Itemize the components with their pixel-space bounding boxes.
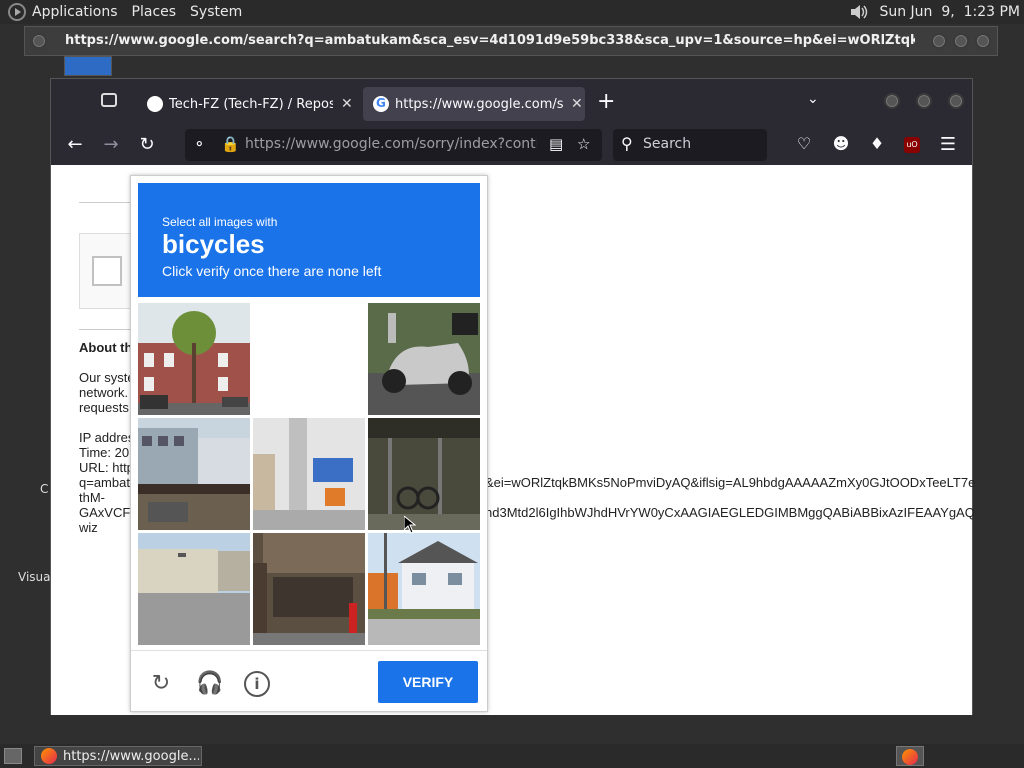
lock-icon[interactable]: 🔒 (221, 135, 240, 153)
captcha-instruction: Select all images with (162, 215, 278, 229)
search-placeholder: Search (643, 136, 692, 152)
menu-hamburger-icon[interactable]: ☰ (937, 134, 959, 155)
background-window-content (64, 56, 112, 76)
tab-bar: Tech-FZ (Tech-FZ) / Reposit ✕ https://ww… (51, 79, 972, 125)
captcha-tile-4[interactable] (138, 418, 250, 530)
url-bar[interactable]: ⚬ 🔒 https://www.google.com/sorry/index?c… (185, 129, 602, 161)
desktop-icon-label[interactable]: C (40, 482, 48, 496)
verify-button[interactable]: VERIFY (378, 661, 478, 703)
tab-label: Tech-FZ (Tech-FZ) / Reposit (169, 96, 333, 112)
divider (79, 202, 131, 203)
background-window-titlebar[interactable]: https://www.google.com/search?q=ambatuka… (24, 26, 998, 56)
places-menu[interactable]: Places (132, 4, 177, 20)
github-icon (147, 96, 163, 112)
close-tab-icon[interactable]: ✕ (571, 96, 583, 112)
desktop-icon-label-visual[interactable]: Visua (18, 570, 51, 584)
pocket-icon[interactable]: ♡ (793, 134, 815, 153)
tab-google[interactable]: https://www.google.com/se ✕ (363, 87, 585, 121)
ublock-icon[interactable]: uO (904, 137, 920, 153)
applications-logo-icon[interactable] (8, 3, 26, 21)
top-panel: Applications Places System Sun Jun 9, 1:… (0, 0, 1024, 24)
captcha-tile-7[interactable] (138, 533, 250, 645)
chevron-down-icon[interactable]: ⌄ (807, 91, 819, 107)
tab-label: https://www.google.com/se (395, 96, 563, 112)
close-tab-icon[interactable]: ✕ (341, 96, 353, 112)
maximize-button[interactable] (953, 33, 969, 49)
page-text: URL: http (79, 460, 134, 475)
mouse-pointer-icon (404, 516, 416, 534)
page-text: network. (79, 385, 129, 400)
search-icon: ⚲ (621, 134, 633, 153)
captcha-tile-6[interactable] (368, 418, 480, 530)
forward-arrow-icon[interactable]: → (100, 134, 122, 155)
system-menu[interactable]: System (190, 4, 242, 20)
reload-icon[interactable]: ↻ (136, 134, 158, 155)
clock[interactable]: Sun Jun 9, 1:23 PM (879, 4, 1020, 20)
firefox-icon (41, 748, 57, 764)
bottom-taskbar: https://www.google... (0, 744, 1024, 768)
page-text: Our syste (79, 370, 135, 385)
close-button[interactable] (975, 33, 991, 49)
close-button[interactable] (948, 93, 964, 109)
captcha-tile-8[interactable] (253, 533, 365, 645)
window-menu-button[interactable] (31, 33, 47, 49)
shield-icon[interactable]: ⚬ (193, 135, 206, 153)
background-window-title: https://www.google.com/search?q=ambatuka… (65, 33, 915, 48)
taskbar-label: https://www.google... (63, 748, 199, 764)
info-icon[interactable]: i (244, 671, 270, 697)
about-heading: About th (79, 340, 133, 355)
extensions-icon[interactable]: ♦ (866, 134, 888, 153)
bookmark-star-icon[interactable]: ☆ (577, 135, 590, 153)
captcha-tile-3[interactable] (368, 303, 480, 415)
reader-view-icon[interactable]: ▤ (549, 135, 563, 153)
reload-challenge-icon[interactable]: ↻ (148, 671, 174, 697)
page-text: Time: 20 (79, 445, 130, 460)
captcha-tile-5[interactable] (253, 418, 365, 530)
page-text: nd3Mtd2l6IgIhbWJhdHVrYW0yCxAAGIAEGLEDGIM… (485, 505, 975, 520)
page-text: &ei=wORlZtqkBMKs5NoPmviDyAQ&iflsig=AL9hb… (485, 475, 976, 490)
captcha-target: bicycles (162, 229, 265, 259)
page-text: wiz (79, 520, 98, 535)
captcha-tile-1[interactable] (138, 303, 250, 415)
divider (79, 329, 131, 330)
volume-icon[interactable] (849, 3, 869, 21)
minimize-button[interactable] (884, 93, 900, 109)
page-text: GAxVCF (79, 505, 131, 520)
firefox-view-icon[interactable] (101, 93, 117, 107)
navigation-toolbar: ← → ↻ ⚬ 🔒 https://www.google.com/sorry/i… (51, 125, 972, 165)
account-icon[interactable]: ☻ (830, 134, 852, 153)
tab-github[interactable]: Tech-FZ (Tech-FZ) / Reposit ✕ (137, 87, 357, 121)
page-text: thM- (79, 490, 105, 505)
page-text: requests (79, 400, 129, 415)
headphones-icon[interactable]: 🎧 (196, 671, 223, 697)
page-text: q=ambat (79, 475, 130, 490)
url-text[interactable]: https://www.google.com/sorry/index?conti… (245, 136, 537, 152)
recaptcha-checkbox[interactable] (79, 233, 131, 309)
recaptcha-challenge: Select all images with bicycles Click ve… (130, 175, 488, 712)
search-bar[interactable]: ⚲ Search (613, 129, 767, 161)
workspace-switcher[interactable] (896, 746, 924, 766)
firefox-icon (902, 749, 918, 765)
maximize-button[interactable] (916, 93, 932, 109)
captcha-tile-2[interactable] (253, 303, 365, 415)
captcha-hint: Click verify once there are none left (162, 263, 382, 279)
captcha-tile-9[interactable] (368, 533, 480, 645)
taskbar-firefox-button[interactable]: https://www.google... (34, 746, 202, 766)
google-icon (373, 96, 389, 112)
applications-menu[interactable]: Applications (32, 4, 118, 20)
new-tab-button[interactable]: + (597, 89, 615, 114)
show-desktop-icon[interactable] (4, 748, 22, 764)
captcha-header: Select all images with bicycles Click ve… (138, 183, 480, 297)
back-arrow-icon[interactable]: ← (64, 134, 86, 155)
minimize-button[interactable] (931, 33, 947, 49)
page-text: IP addres (79, 430, 135, 445)
